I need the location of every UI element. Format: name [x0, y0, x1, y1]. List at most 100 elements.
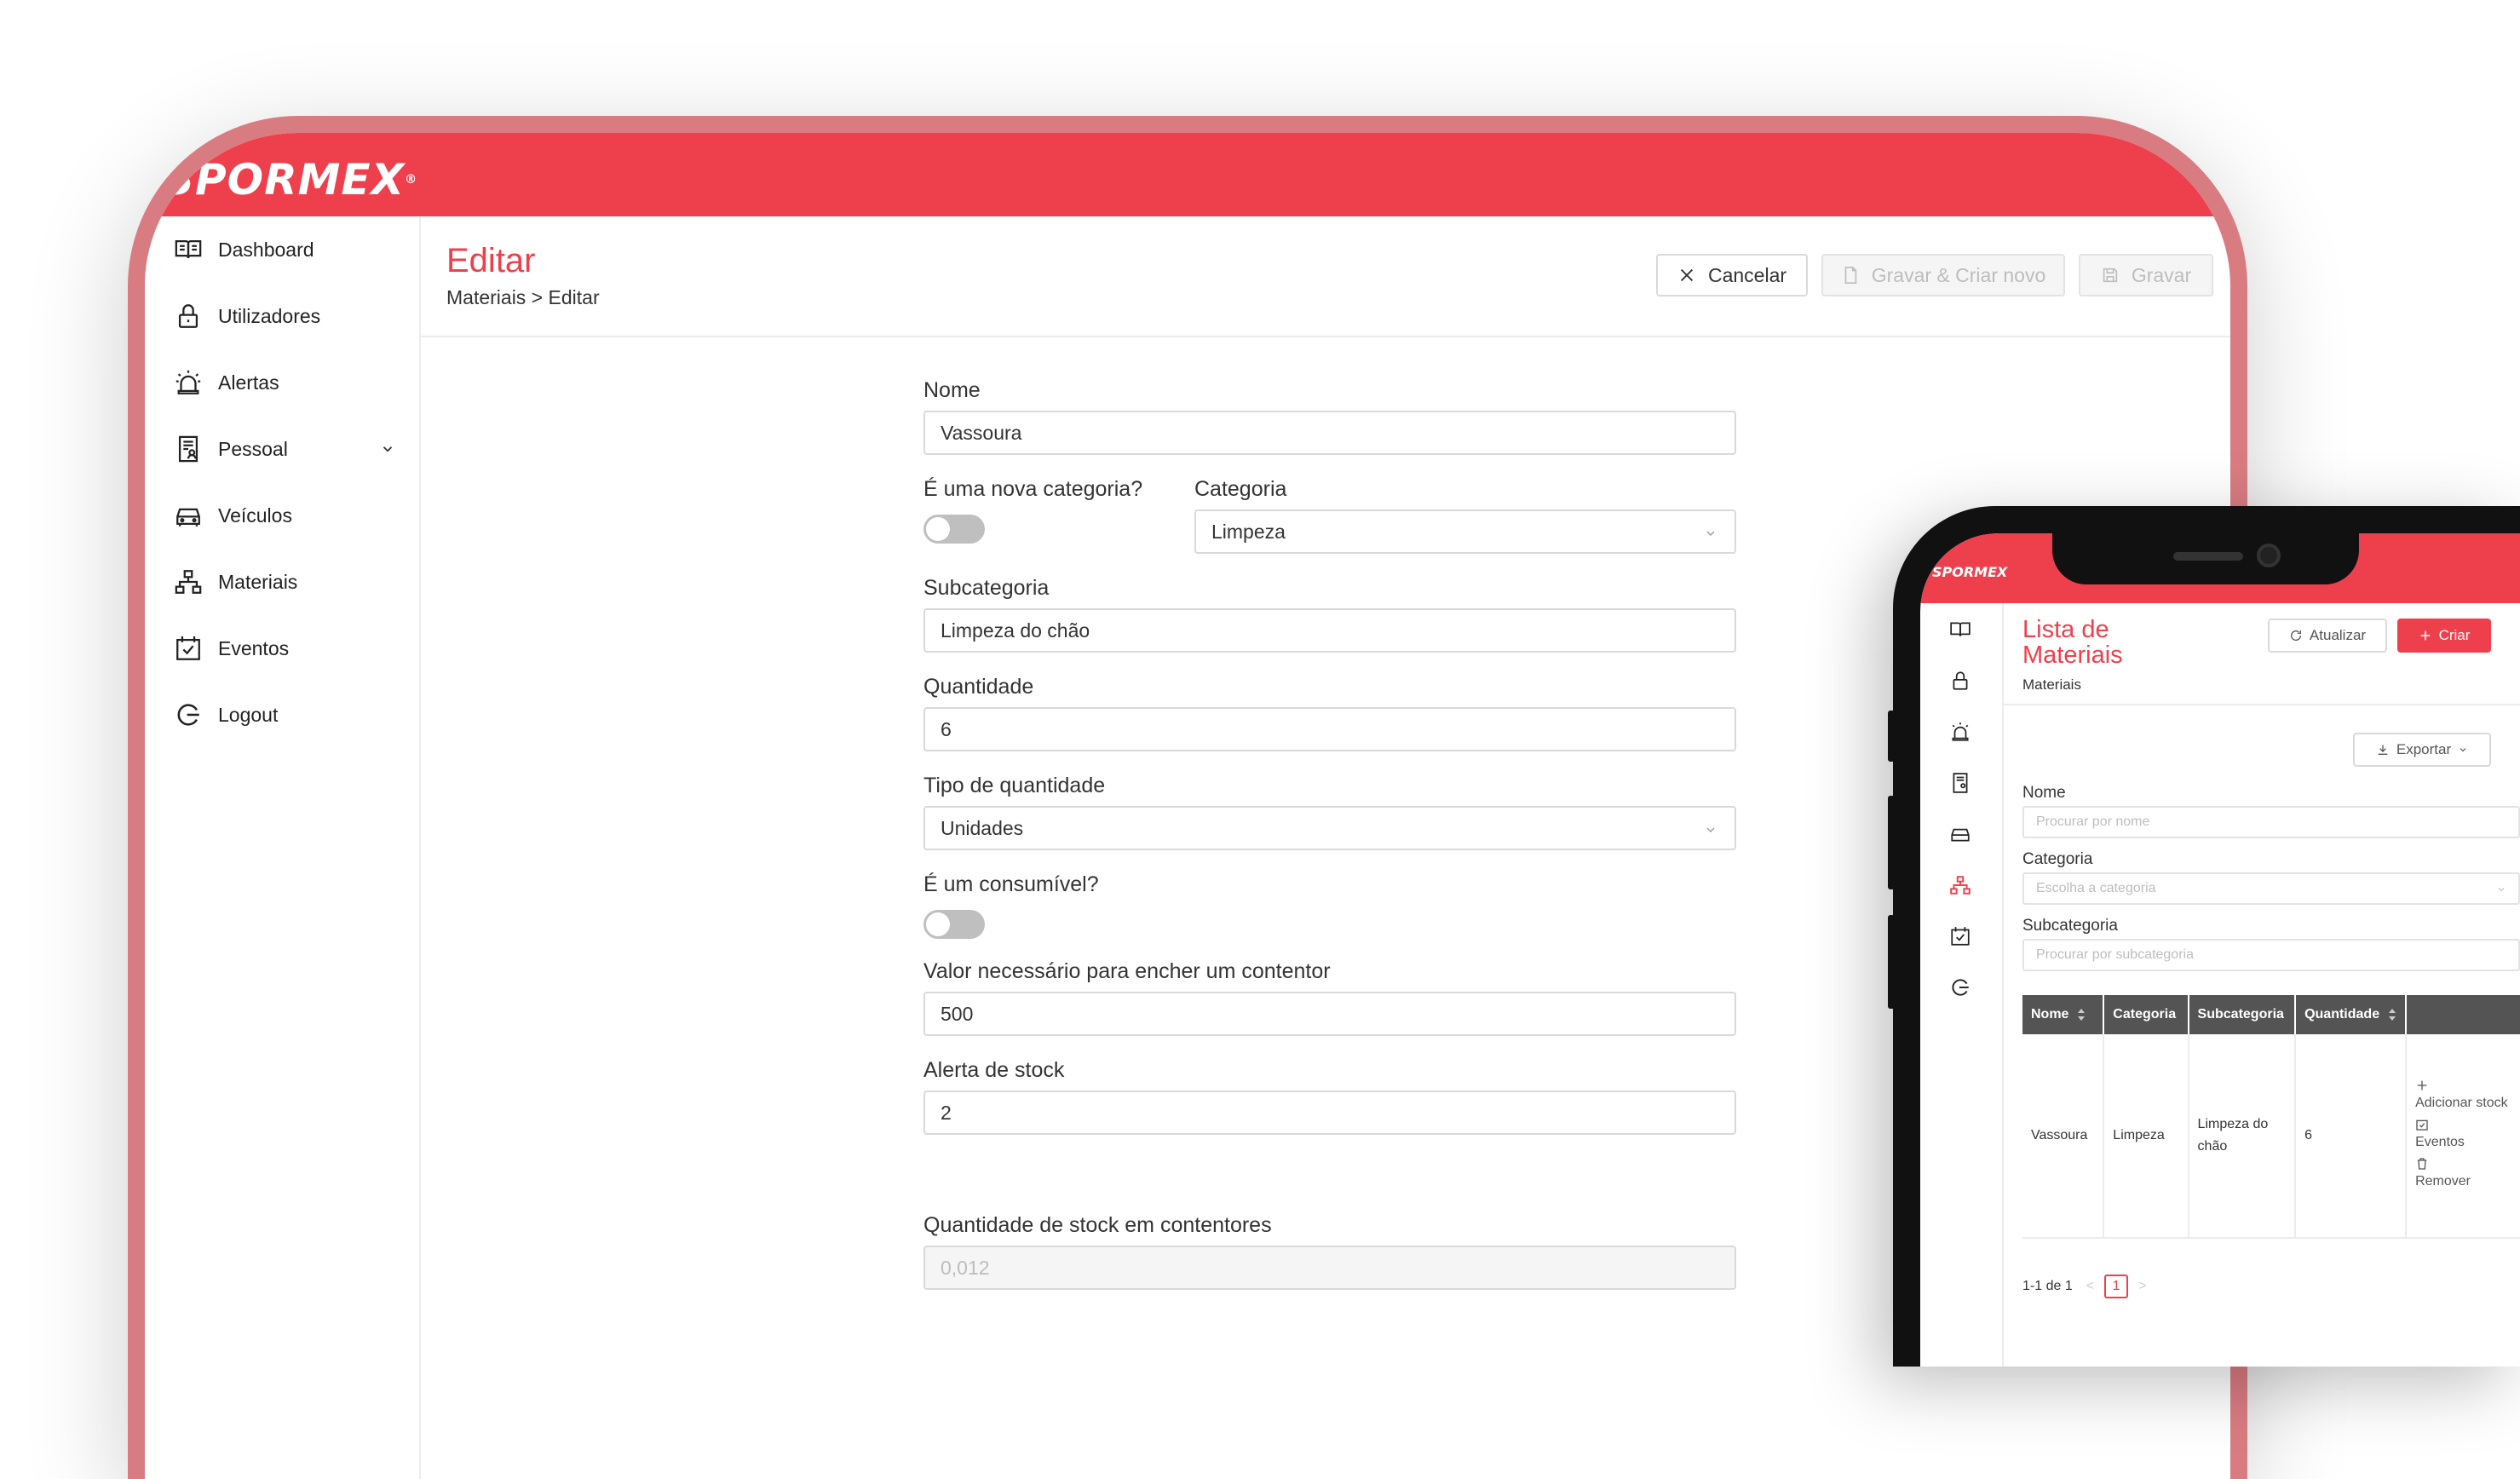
tipo-quantidade-label: Tipo de quantidade — [923, 774, 1106, 797]
sidebar-item-staff[interactable]: Pessoal — [145, 416, 419, 482]
save-button[interactable]: Gravar — [2079, 254, 2213, 296]
column-header-quantidade[interactable]: Quantidade — [2295, 995, 2408, 1034]
cell-actions: Adicionar stock Eventos Remover — [2406, 1034, 2520, 1239]
filter-categoria-select[interactable]: Escolha a categoria — [2022, 872, 2520, 905]
divider — [2002, 704, 2520, 705]
sidebar — [1920, 603, 2004, 1367]
column-header-nome[interactable]: Nome — [2022, 995, 2105, 1034]
sidebar-item-users[interactable]: Utilizadores — [145, 283, 419, 349]
stock-contentores-input: 0,012 — [923, 1246, 1736, 1290]
categoria-select[interactable]: Limpeza — [1194, 509, 1736, 554]
stock-contentores-label: Quantidade de stock em contentores — [923, 1213, 1272, 1237]
tipo-quantidade-select[interactable]: Unidades — [923, 806, 1736, 850]
document-person-icon[interactable] — [1949, 772, 1971, 794]
filter-subcategoria-input[interactable]: Procurar por subcategoria — [2022, 939, 2520, 971]
export-button[interactable]: Exportar — [2353, 733, 2491, 767]
calendar-check-icon[interactable] — [1949, 925, 1971, 947]
phone-notch — [2052, 533, 2359, 584]
phone-screen: SPORMEX Lista de Materiais Materiais Atu… — [1920, 533, 2520, 1367]
events-action[interactable]: Eventos — [2415, 1118, 2520, 1154]
chevron-down-icon — [2460, 748, 2466, 752]
materials-table: Nome Categoria Subcategoria Quantidade V… — [2022, 995, 2520, 1239]
phone-side-button — [1888, 915, 1895, 1009]
sidebar-item-label: Eventos — [218, 636, 290, 659]
book-icon[interactable] — [1949, 619, 1971, 641]
save-icon — [2103, 268, 2118, 283]
subcategoria-input[interactable]: Limpeza do chão — [923, 608, 1736, 653]
quantidade-input[interactable]: 6 — [923, 707, 1736, 751]
book-icon — [175, 239, 202, 259]
app-header: SPORMEX — [1920, 533, 2520, 603]
sidebar-item-label: Pessoal — [218, 437, 288, 460]
nome-label: Nome — [923, 378, 981, 402]
pagination-page[interactable]: 1 — [2104, 1275, 2129, 1298]
refresh-button[interactable]: Atualizar — [2268, 619, 2387, 653]
nome-input[interactable]: Vassoura — [923, 411, 1736, 455]
chevron-down-icon — [1706, 827, 1715, 832]
plus-icon — [2417, 1080, 2427, 1091]
close-icon — [1680, 268, 1694, 282]
cell-subcategoria: Limpeza do chão — [2188, 1034, 2297, 1239]
breadcrumb: Materiais — [2022, 676, 2081, 693]
file-icon — [1844, 267, 1856, 284]
sidebar-item-label: Alertas — [218, 371, 279, 394]
pagination: 1-1 de 1 < 1 > — [2022, 1275, 2146, 1298]
calendar-check-icon — [2416, 1119, 2428, 1131]
document-person-icon — [178, 435, 198, 463]
sort-icon — [2389, 1008, 2396, 1021]
add-stock-action[interactable]: Adicionar stock — [2415, 1079, 2520, 1114]
brand-logo[interactable]: SPORMEX — [1932, 564, 2007, 580]
filter-categoria-label: Categoria — [2022, 850, 2093, 868]
plus-icon — [2420, 630, 2430, 641]
toggle-knob — [926, 517, 950, 541]
nova-categoria-toggle[interactable] — [923, 515, 985, 544]
consumivel-toggle[interactable] — [923, 910, 985, 939]
phone-side-button — [1888, 711, 1895, 762]
sidebar-item-label: Veículos — [218, 504, 292, 527]
brand-logo[interactable]: SPORMEX® — [164, 158, 417, 201]
sidebar-item-alerts[interactable]: Alertas — [145, 349, 419, 416]
speaker — [2173, 552, 2243, 561]
sidebar-item-events[interactable]: Eventos — [145, 615, 419, 682]
filter-nome-input[interactable]: Procurar por nome — [2022, 806, 2520, 838]
toggle-knob — [926, 912, 950, 936]
chevron-down-icon[interactable] — [380, 441, 395, 457]
column-header-subcategoria[interactable]: Subcategoria — [2188, 995, 2297, 1034]
alerta-stock-label: Alerta de stock — [923, 1058, 1065, 1082]
sidebar-item-label: Utilizadores — [218, 304, 321, 327]
car-icon — [176, 508, 200, 527]
chevron-down-icon — [2498, 888, 2505, 892]
nova-categoria-label: É uma nova categoria? — [923, 477, 1143, 501]
sidebar-item-dashboard[interactable]: Dashboard — [145, 216, 419, 283]
cell-quantidade: 6 — [2295, 1034, 2408, 1239]
pagination-prev[interactable]: < — [2086, 1279, 2094, 1294]
column-header-categoria[interactable]: Categoria — [2103, 995, 2189, 1034]
alerta-stock-input[interactable]: 2 — [923, 1091, 1736, 1135]
refresh-icon — [2290, 630, 2301, 641]
consumivel-label: É um consumível? — [923, 872, 1099, 896]
sidebar: Dashboard Utilizadores Alertas Pessoal V… — [145, 216, 421, 1479]
breadcrumb: Materiais > Editar — [446, 286, 600, 308]
alarm-icon[interactable] — [1949, 721, 1971, 743]
sidebar-item-vehicles[interactable]: Veículos — [145, 482, 419, 549]
cancel-button[interactable]: Cancelar — [1656, 254, 1808, 296]
camera — [2257, 544, 2281, 567]
remove-action[interactable]: Remover — [2415, 1157, 2520, 1193]
pagination-next[interactable]: > — [2138, 1279, 2146, 1294]
save-and-new-button[interactable]: Gravar & Criar novo — [1821, 254, 2065, 296]
filter-nome-label: Nome — [2022, 784, 2066, 802]
sidebar-item-materials[interactable]: Materiais — [145, 549, 419, 615]
page-title: Editar — [446, 242, 536, 279]
valor-contentor-input[interactable]: 500 — [923, 992, 1736, 1036]
lock-icon[interactable] — [1949, 670, 1971, 692]
sidebar-item-logout[interactable]: Logout — [145, 682, 419, 748]
phone-side-button — [1888, 796, 1895, 889]
phone-device: SPORMEX Lista de Materiais Materiais Atu… — [1888, 506, 2520, 1367]
page-title: Lista de Materiais — [2022, 616, 2123, 669]
cluster-icon[interactable] — [1949, 874, 1971, 896]
create-button[interactable]: Criar — [2397, 619, 2491, 653]
car-icon[interactable] — [1949, 823, 1971, 845]
alarm-icon — [175, 370, 201, 394]
valor-contentor-label: Valor necessário para encher um contento… — [923, 959, 1331, 983]
logout-icon[interactable] — [1949, 976, 1971, 998]
